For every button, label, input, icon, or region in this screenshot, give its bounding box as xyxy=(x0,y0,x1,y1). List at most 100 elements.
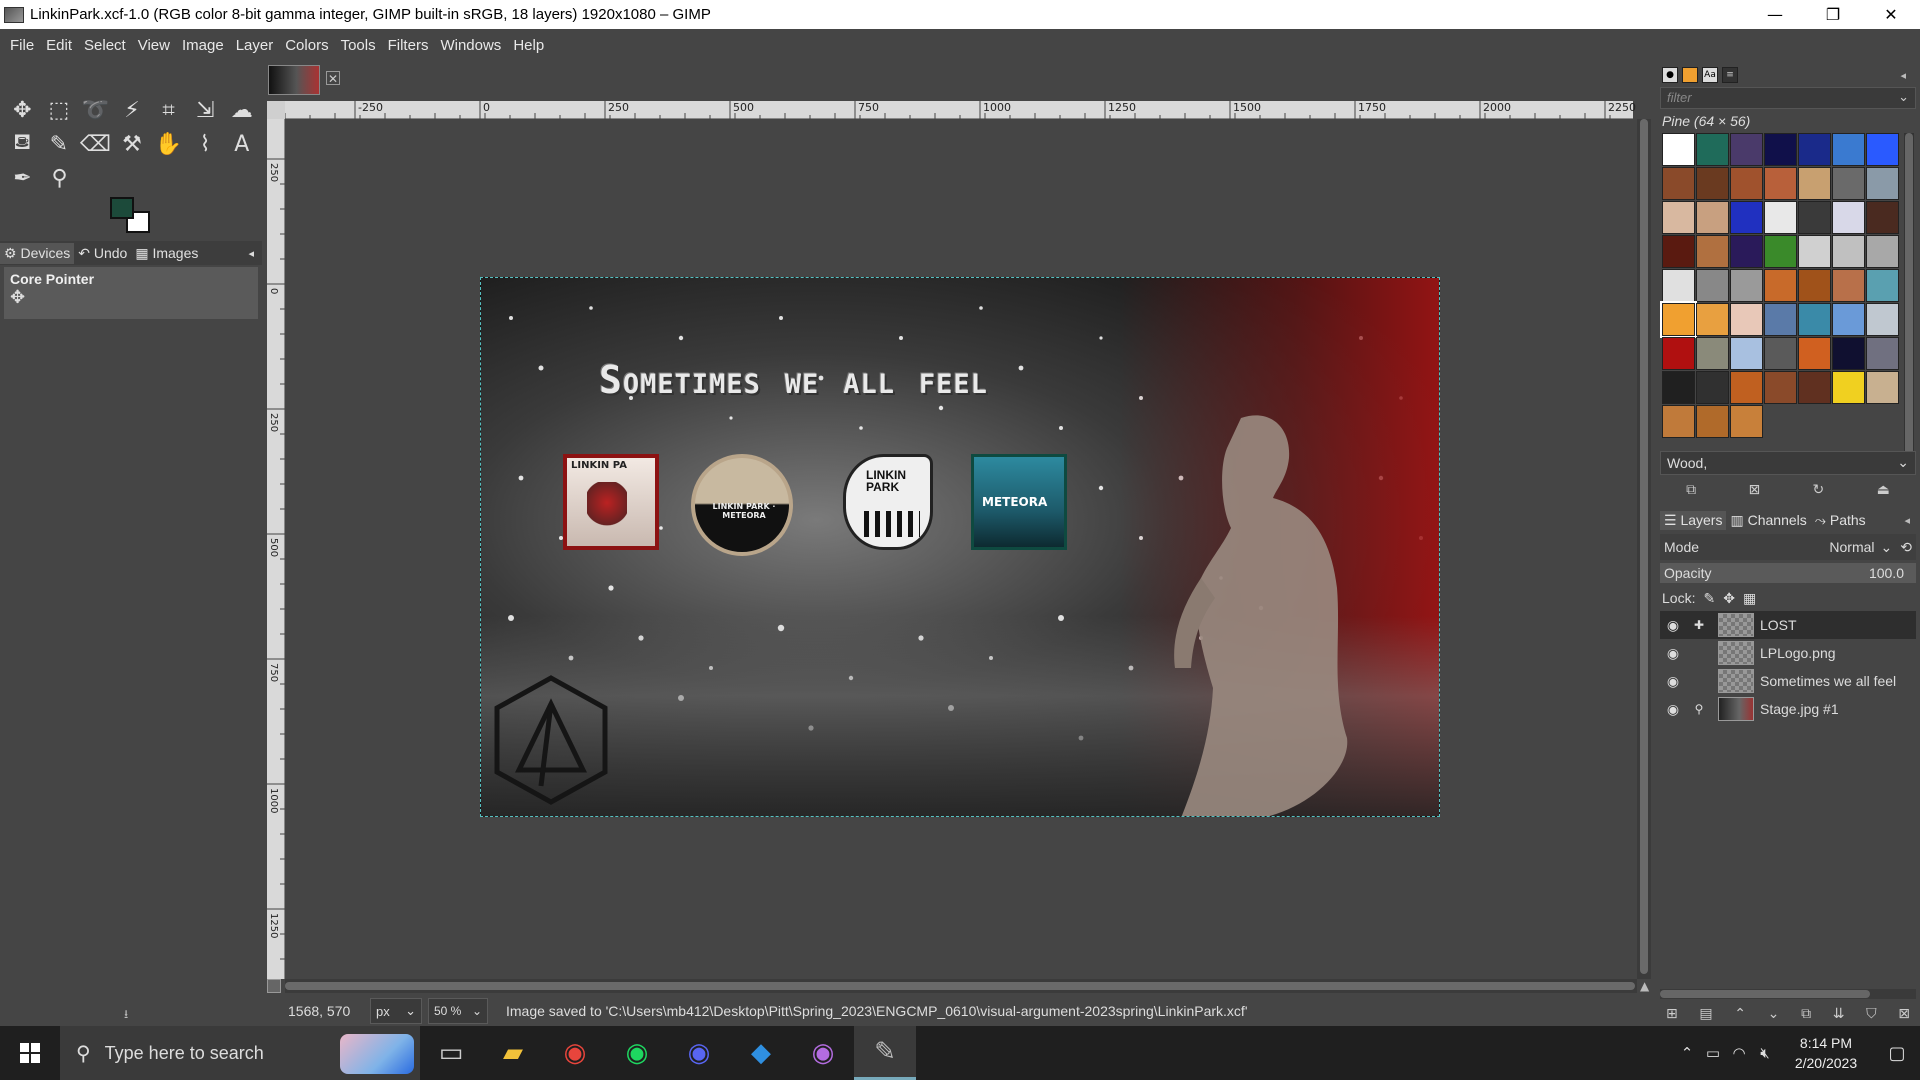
new-layer-group-icon[interactable]: ▤ xyxy=(1699,1006,1712,1022)
image-canvas[interactable]: Sometimes we all feel LINKIN PA LINKIN P… xyxy=(480,277,1440,817)
pattern-swatch[interactable] xyxy=(1832,167,1865,200)
fuzzy-select-icon[interactable]: ⚡ xyxy=(114,93,151,127)
refresh-patterns-icon[interactable]: ↻ xyxy=(1813,482,1825,498)
pattern-tab-icon[interactable] xyxy=(1682,67,1698,83)
vertical-ruler[interactable]: 250 0 250 500 750 1000 1250 xyxy=(267,119,285,979)
pattern-swatch[interactable] xyxy=(1696,303,1729,336)
pattern-swatch[interactable] xyxy=(1662,405,1695,438)
lower-layer-icon[interactable]: ⌄ xyxy=(1768,1006,1780,1022)
bucket-fill-icon[interactable]: ⛾ xyxy=(4,127,41,161)
chain-icon[interactable]: ⚲ xyxy=(1686,702,1712,716)
core-pointer-panel[interactable]: Core Pointer ✥ xyxy=(4,267,258,319)
lasso-icon[interactable]: ➰ xyxy=(77,93,114,127)
opacity-slider[interactable]: Opacity 100.0 xyxy=(1660,563,1916,583)
tab-channels[interactable]: ▥ Channels xyxy=(1726,511,1810,530)
battery-icon[interactable]: ▭ xyxy=(1700,1044,1726,1062)
pattern-swatch[interactable] xyxy=(1662,235,1695,268)
new-layer-icon[interactable]: ⊞ xyxy=(1666,1006,1678,1022)
pattern-swatch[interactable] xyxy=(1866,201,1899,234)
menu-layer[interactable]: Layer xyxy=(230,37,280,54)
pattern-swatch[interactable] xyxy=(1730,167,1763,200)
menu-select[interactable]: Select xyxy=(78,37,132,54)
duplicate-layer-icon[interactable]: ⧉ xyxy=(1801,1006,1811,1022)
pattern-swatch[interactable] xyxy=(1866,371,1899,404)
pattern-swatch[interactable] xyxy=(1764,303,1797,336)
menu-tools[interactable]: Tools xyxy=(335,37,382,54)
font-tab-icon[interactable]: Aa xyxy=(1702,67,1718,83)
text-tool-icon[interactable]: A xyxy=(223,127,260,161)
quick-mask-toggle[interactable] xyxy=(267,979,281,993)
pattern-swatch[interactable] xyxy=(1832,235,1865,268)
chrome-icon[interactable]: ◉ xyxy=(544,1026,606,1080)
unit-select[interactable]: px ⌄ xyxy=(370,998,422,1024)
ruler-corner[interactable] xyxy=(267,101,285,119)
tab-paths[interactable]: ⤳ Paths xyxy=(1811,511,1870,530)
pattern-swatch[interactable] xyxy=(1798,303,1831,336)
start-button[interactable] xyxy=(0,1026,60,1080)
spotify-icon[interactable]: ◉ xyxy=(606,1026,668,1080)
close-button[interactable]: ✕ xyxy=(1862,0,1920,29)
pattern-swatch[interactable] xyxy=(1662,201,1695,234)
pattern-swatch[interactable] xyxy=(1832,337,1865,370)
menu-image[interactable]: Image xyxy=(176,37,230,54)
clone-icon[interactable]: ⚒ xyxy=(114,127,151,161)
gimp-icon[interactable]: ✎ xyxy=(854,1026,916,1080)
menu-edit[interactable]: Edit xyxy=(40,37,78,54)
pattern-swatch[interactable] xyxy=(1730,371,1763,404)
tab-layers[interactable]: ☰ Layers xyxy=(1660,510,1727,530)
dock-config-icon[interactable]: ◂ xyxy=(1904,514,1910,527)
dock-config-icon[interactable]: ◂ xyxy=(248,247,254,260)
pattern-swatch[interactable] xyxy=(1696,235,1729,268)
pattern-swatch[interactable] xyxy=(1730,303,1763,336)
wifi-icon[interactable]: ◠ xyxy=(1726,1044,1752,1062)
pattern-swatch[interactable] xyxy=(1764,201,1797,234)
notification-icon[interactable]: ▢ xyxy=(1874,1043,1920,1064)
pattern-swatch[interactable] xyxy=(1662,269,1695,302)
layer-row[interactable]: ◉ ✚ LOST xyxy=(1660,611,1916,639)
volume-icon[interactable]: 🔇︎ xyxy=(1752,1044,1778,1062)
pattern-swatch[interactable] xyxy=(1662,167,1695,200)
github-icon[interactable]: ◉ xyxy=(792,1026,854,1080)
pattern-swatch[interactable] xyxy=(1730,235,1763,268)
navigate-icon[interactable]: ▲ xyxy=(1640,979,1649,993)
zoom-select[interactable]: 50 % ⌄ xyxy=(428,998,488,1024)
pattern-swatch[interactable] xyxy=(1866,303,1899,336)
delete-pattern-icon[interactable]: ⊠ xyxy=(1748,482,1760,498)
menu-filters[interactable]: Filters xyxy=(382,37,435,54)
layer-row[interactable]: ◉ LPLogo.png xyxy=(1660,639,1916,667)
pattern-swatch[interactable] xyxy=(1866,235,1899,268)
pattern-swatch[interactable] xyxy=(1696,133,1729,166)
menu-colors[interactable]: Colors xyxy=(279,37,334,54)
zoom-icon[interactable]: ⚲ xyxy=(41,161,78,195)
paintbrush-icon[interactable]: ✎ xyxy=(41,127,78,161)
menu-view[interactable]: View xyxy=(132,37,176,54)
minimize-button[interactable]: — xyxy=(1746,0,1804,29)
pattern-swatch[interactable] xyxy=(1662,371,1695,404)
layers-scrollbar[interactable] xyxy=(1660,989,1916,999)
brush-tab-icon[interactable]: ● xyxy=(1662,67,1678,83)
delete-layer-icon[interactable]: ⊠ xyxy=(1898,1006,1910,1022)
pattern-swatch[interactable] xyxy=(1798,235,1831,268)
pattern-swatch[interactable] xyxy=(1832,201,1865,234)
layer-row[interactable]: ◉ Sometimes we all feel xyxy=(1660,667,1916,695)
pattern-tag-select[interactable]: Wood, ⌄ xyxy=(1660,451,1916,475)
open-pattern-icon[interactable]: ⏏ xyxy=(1877,482,1890,498)
warp-icon[interactable]: ☁ xyxy=(223,93,260,127)
scale-icon[interactable]: ⇲ xyxy=(187,93,224,127)
pattern-swatch[interactable] xyxy=(1832,133,1865,166)
pattern-swatch[interactable] xyxy=(1696,167,1729,200)
pattern-swatch[interactable] xyxy=(1798,371,1831,404)
pattern-swatch[interactable] xyxy=(1764,337,1797,370)
pattern-swatch[interactable] xyxy=(1662,337,1695,370)
chevron-up-icon[interactable]: ⌃ xyxy=(1674,1044,1700,1062)
lock-position-icon[interactable]: ✥ xyxy=(1723,590,1735,607)
discord-icon[interactable]: ◉ xyxy=(668,1026,730,1080)
rect-select-icon[interactable]: ⬚ xyxy=(41,93,78,127)
merge-layer-icon[interactable]: ⇊ xyxy=(1833,1006,1845,1022)
visibility-eye-icon[interactable]: ◉ xyxy=(1660,617,1686,634)
pattern-swatch[interactable] xyxy=(1798,167,1831,200)
lock-pixels-icon[interactable]: ✎ xyxy=(1703,590,1715,607)
close-image-icon[interactable]: ✕ xyxy=(326,71,340,86)
image-thumbnail[interactable] xyxy=(268,65,320,95)
paths-icon[interactable]: ⌇ xyxy=(187,127,224,161)
